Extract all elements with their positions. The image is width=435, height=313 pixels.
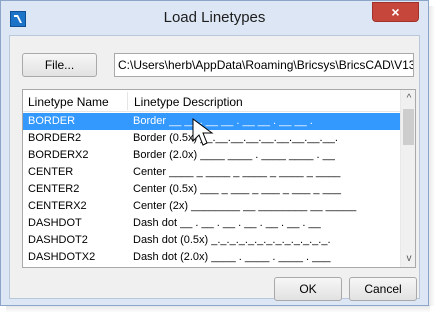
dialog-body: File... C:\Users\herb\AppData\Roaming\Br… bbox=[9, 35, 420, 301]
linetype-name: BORDERX2 bbox=[28, 149, 89, 161]
scroll-down-arrow-icon[interactable]: v bbox=[401, 250, 415, 267]
linetype-name: BORDER2 bbox=[28, 132, 82, 144]
linetype-description: Border (2.0x) ____ ____ . ____ ____ . __ bbox=[133, 149, 335, 161]
list-header: Linetype Name Linetype Description bbox=[23, 90, 400, 112]
column-header-linetype-name[interactable]: Linetype Name bbox=[28, 95, 109, 109]
list-item[interactable]: CENTER Center ____ _ ____ _ ____ _ ____ … bbox=[23, 164, 400, 181]
linetype-description: Border (0.5x) __.__.__.__.__.__.__.__.__… bbox=[133, 132, 338, 144]
list-item[interactable]: BORDERX2 Border (2.0x) ____ ____ . ____ … bbox=[23, 147, 400, 164]
linetype-name: DASHDOTX2 bbox=[28, 251, 96, 263]
load-linetypes-dialog: Load Linetypes × File... C:\Users\herb\A… bbox=[0, 0, 429, 306]
list-item[interactable]: DASHDOTX2 Dash dot (2.0x) ____ . ____ . … bbox=[23, 249, 400, 266]
linetype-description: Dash dot __ . __ . __ . __ . __ . __ . _… bbox=[133, 217, 321, 229]
linetype-list[interactable]: Linetype Name Linetype Description BORDE… bbox=[22, 89, 416, 268]
linetype-name: CENTER2 bbox=[28, 183, 80, 195]
linetype-name: DASHDOT bbox=[28, 217, 82, 229]
scrollbar-thumb[interactable] bbox=[403, 109, 414, 145]
linetype-name: CENTERX2 bbox=[28, 200, 87, 212]
window-shadow-right bbox=[428, 6, 435, 306]
cancel-button[interactable]: Cancel bbox=[349, 277, 417, 301]
linetype-description: Center (0.5x) ___ _ ___ _ ___ _ ___ _ __… bbox=[133, 183, 341, 195]
linetype-description: Dash dot (2.0x) ____ . ____ . ____ . ___ bbox=[133, 251, 331, 263]
column-divider[interactable] bbox=[127, 92, 128, 110]
close-icon: × bbox=[391, 4, 400, 20]
linetype-description: Border __ __ . __ __ . __ __ . __ __ . bbox=[133, 115, 313, 127]
linetype-name: CENTER bbox=[28, 166, 74, 178]
linetype-description: Center (2x) ________ __ ________ __ ____… bbox=[133, 200, 357, 212]
column-header-linetype-description[interactable]: Linetype Description bbox=[134, 95, 243, 109]
list-item[interactable]: CENTERX2 Center (2x) ________ __ _______… bbox=[23, 198, 400, 215]
window-shadow-bottom bbox=[6, 305, 430, 313]
dialog-title: Load Linetypes bbox=[163, 9, 266, 26]
title-bar[interactable]: Load Linetypes × bbox=[1, 1, 428, 34]
linetype-description: Dash dot (0.5x) _._._._._._._._._._._._.… bbox=[133, 234, 331, 246]
list-item[interactable]: DASHDOT2 Dash dot (0.5x) _._._._._._._._… bbox=[23, 232, 400, 249]
mouse-pointer-icon bbox=[192, 118, 214, 146]
linetype-name: BORDER bbox=[28, 115, 76, 127]
ok-button[interactable]: OK bbox=[274, 277, 342, 301]
linetype-name: DASHDOT2 bbox=[28, 234, 88, 246]
scroll-up-arrow-icon[interactable]: ^ bbox=[401, 90, 415, 107]
close-button[interactable]: × bbox=[372, 2, 419, 22]
file-button[interactable]: File... bbox=[22, 53, 97, 77]
list-item[interactable]: DASHDOT Dash dot __ . __ . __ . __ . __ … bbox=[23, 215, 400, 232]
vertical-scrollbar[interactable]: ^ v bbox=[400, 90, 415, 267]
linetype-description: Center ____ _ ____ _ ____ _ ____ _ ____ bbox=[133, 166, 341, 178]
file-path-field[interactable]: C:\Users\herb\AppData\Roaming\Bricsys\Br… bbox=[114, 53, 414, 77]
list-item[interactable]: CENTER2 Center (0.5x) ___ _ ___ _ ___ _ … bbox=[23, 181, 400, 198]
